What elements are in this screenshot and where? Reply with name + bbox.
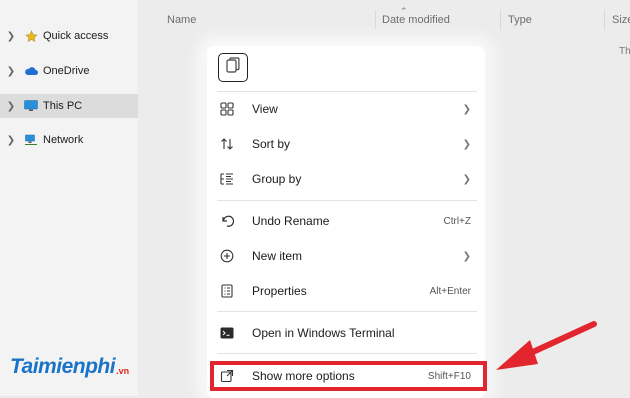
cloud-icon bbox=[24, 65, 38, 77]
menu-separator bbox=[217, 91, 477, 92]
menu-item-properties[interactable]: Properties Alt+Enter bbox=[219, 276, 475, 306]
grid-icon bbox=[219, 101, 235, 117]
menu-item-label: Group by bbox=[252, 172, 302, 186]
plus-circle-icon bbox=[219, 248, 235, 264]
column-divider[interactable] bbox=[375, 10, 376, 30]
menu-item-label: New item bbox=[252, 249, 303, 263]
watermark-logo: Taimienphi .vn bbox=[10, 355, 129, 379]
menu-item-open-in-terminal[interactable]: Open in Windows Terminal bbox=[219, 318, 475, 348]
column-header: ⌃ Name Date modified Type Size bbox=[138, 0, 630, 40]
chevron-right-icon: ❯ bbox=[462, 173, 471, 185]
copy-button[interactable] bbox=[218, 53, 248, 82]
highlight-box bbox=[210, 361, 487, 391]
column-divider[interactable] bbox=[500, 10, 501, 30]
star-icon bbox=[24, 29, 38, 42]
menu-item-group-by[interactable]: Group by ❯ bbox=[219, 164, 475, 194]
nav-item-this-pc[interactable]: ❯ This PC bbox=[0, 94, 138, 118]
column-name[interactable]: Name bbox=[167, 14, 196, 26]
menu-item-label: Sort by bbox=[252, 137, 291, 151]
menu-item-shortcut: Ctrl+Z bbox=[443, 215, 472, 227]
chevron-right-icon: ❯ bbox=[462, 138, 471, 150]
column-divider[interactable] bbox=[604, 10, 605, 30]
chevron-right-icon[interactable]: ❯ bbox=[2, 66, 20, 77]
terminal-icon bbox=[219, 325, 235, 341]
monitor-icon bbox=[24, 100, 38, 112]
nav-item-network[interactable]: ❯ Network bbox=[0, 128, 138, 152]
menu-item-undo-rename[interactable]: Undo Rename Ctrl+Z bbox=[219, 206, 475, 236]
menu-item-label: View bbox=[252, 102, 278, 116]
nav-item-quick-access[interactable]: ❯ Quick access bbox=[0, 24, 138, 48]
nav-label: OneDrive bbox=[43, 65, 90, 77]
watermark-brand: Taimienphi bbox=[10, 355, 116, 378]
menu-separator bbox=[217, 353, 477, 354]
column-size[interactable]: Size bbox=[612, 14, 630, 26]
menu-item-view[interactable]: View ❯ bbox=[219, 94, 475, 124]
watermark-tld: .vn bbox=[116, 366, 130, 376]
menu-item-label: Open in Windows Terminal bbox=[252, 326, 395, 340]
copy-icon bbox=[226, 57, 240, 78]
menu-item-new-item[interactable]: New item ❯ bbox=[219, 241, 475, 271]
annotation-arrow-icon bbox=[496, 321, 597, 370]
properties-icon bbox=[219, 283, 235, 299]
network-icon bbox=[24, 134, 38, 146]
nav-label: Quick access bbox=[43, 30, 109, 42]
navigation-pane: ❯ Quick access ❯ OneDrive ❯ This PC ❯ Ne… bbox=[0, 0, 138, 396]
chevron-right-icon[interactable]: ❯ bbox=[2, 135, 20, 146]
file-type-cell: Th bbox=[619, 46, 630, 57]
list-icon bbox=[219, 171, 235, 187]
column-type[interactable]: Type bbox=[508, 14, 532, 26]
nav-label: Network bbox=[43, 134, 84, 146]
undo-icon bbox=[219, 213, 235, 229]
chevron-right-icon[interactable]: ❯ bbox=[2, 31, 20, 42]
nav-item-onedrive[interactable]: ❯ OneDrive bbox=[0, 59, 138, 83]
chevron-right-icon: ❯ bbox=[462, 103, 471, 115]
nav-label: This PC bbox=[43, 100, 83, 112]
chevron-right-icon[interactable]: ❯ bbox=[2, 101, 20, 112]
menu-item-label: Properties bbox=[252, 284, 307, 298]
sort-icon bbox=[219, 136, 235, 152]
menu-item-label: Undo Rename bbox=[252, 214, 330, 228]
chevron-right-icon: ❯ bbox=[462, 250, 471, 262]
menu-item-sort-by[interactable]: Sort by ❯ bbox=[219, 129, 475, 159]
context-menu: View ❯ Sort by ❯ Group by ❯ Undo Rename … bbox=[207, 46, 485, 398]
menu-item-shortcut: Alt+Enter bbox=[429, 285, 471, 297]
menu-separator bbox=[217, 311, 477, 312]
menu-separator bbox=[217, 200, 477, 201]
column-date-modified[interactable]: Date modified bbox=[382, 14, 450, 26]
